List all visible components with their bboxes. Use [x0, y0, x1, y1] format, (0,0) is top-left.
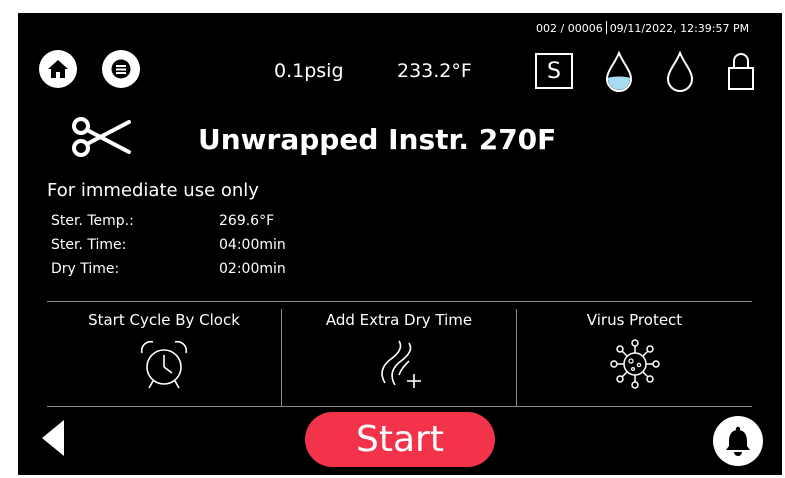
- dry-time-label: Dry Time:: [51, 261, 120, 277]
- status-datetime: 09/11/2022, 12:39:57 PM: [609, 22, 750, 35]
- program-title: Unwrapped Instr. 270F: [198, 123, 557, 156]
- pressure-readout: 0.1psig: [274, 60, 344, 82]
- ster-time-label: Ster. Time:: [51, 237, 127, 253]
- program-subtitle: For immediate use only: [47, 180, 259, 201]
- s-button-label: S: [547, 58, 561, 84]
- back-arrow-icon[interactable]: [38, 418, 68, 458]
- add-extra-dry-time-label: Add Extra Dry Time: [325, 311, 473, 329]
- status-line: 002 / 00006 09/11/2022, 12:39:57 PM: [536, 21, 749, 35]
- water-drop-filled-icon[interactable]: [604, 51, 634, 93]
- scissors-icon: [72, 117, 131, 157]
- menu-icon: [111, 59, 131, 79]
- s-button[interactable]: S: [535, 53, 573, 89]
- home-button[interactable]: [39, 50, 77, 88]
- extra-dry-time-icon: [381, 340, 421, 388]
- dry-time-value: 02:00min: [219, 261, 286, 277]
- start-button[interactable]: Start: [305, 412, 495, 467]
- home-icon: [48, 60, 68, 78]
- status-separator: [605, 21, 607, 34]
- water-drop-outline-icon[interactable]: [665, 51, 695, 93]
- virus-protect-label: Virus Protect: [586, 311, 683, 329]
- cycle-counter: 002 / 00006: [536, 22, 603, 35]
- bell-icon: [726, 426, 750, 456]
- start-cycle-by-clock-option[interactable]: Start Cycle By Clock: [47, 302, 281, 404]
- alarm-clock-icon: [140, 340, 188, 389]
- add-extra-dry-time-option[interactable]: Add Extra Dry Time: [282, 302, 516, 404]
- ster-time-value: 04:00min: [219, 237, 286, 253]
- ster-temp-value: 269.6°F: [219, 213, 275, 229]
- temperature-readout: 233.2°F: [397, 60, 472, 82]
- options-bottom-divider: [47, 406, 752, 407]
- bell-button[interactable]: [713, 416, 763, 466]
- lock-icon[interactable]: [727, 50, 755, 92]
- menu-button[interactable]: [102, 50, 140, 88]
- sterilizer-screen: 002 / 00006 09/11/2022, 12:39:57 PM 0.1ps…: [18, 13, 782, 475]
- ster-temp-label: Ster. Temp.:: [51, 213, 134, 229]
- virus-protect-option[interactable]: Virus Protect: [517, 302, 752, 404]
- start-button-label: Start: [356, 419, 444, 460]
- virus-icon: [609, 339, 660, 389]
- start-cycle-by-clock-label: Start Cycle By Clock: [88, 311, 240, 329]
